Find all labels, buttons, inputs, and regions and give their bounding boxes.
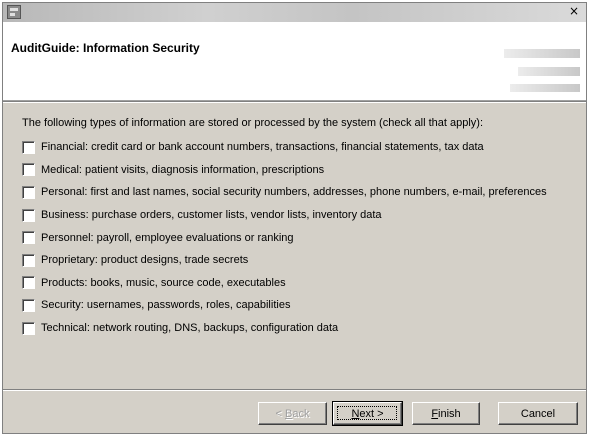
option-proprietary[interactable]: Proprietary: product designs, trade secr… [22, 249, 547, 272]
wizard-page-content: The following types of information are s… [3, 103, 586, 389]
banner-stripe [518, 67, 580, 76]
title-bar[interactable]: × [3, 3, 586, 22]
finish-button-rest: inish [438, 407, 461, 420]
information-type-list: Financial: credit card or bank account n… [22, 136, 547, 339]
finish-button-accel: F [431, 407, 439, 420]
wizard-banner: AuditGuide: Information Security [3, 22, 586, 101]
finish-button[interactable]: Finish [412, 402, 480, 425]
option-personal[interactable]: Personal: first and last names, social s… [22, 181, 547, 204]
option-financial[interactable]: Financial: credit card or bank account n… [22, 136, 547, 159]
page-title: AuditGuide: Information Security [11, 41, 200, 55]
option-medical[interactable]: Medical: patient visits, diagnosis infor… [22, 159, 547, 182]
personal-checkbox[interactable] [22, 185, 35, 199]
security-checkbox[interactable] [22, 298, 35, 312]
audit-guide-dialog: × AuditGuide: Information Security The f… [2, 2, 587, 434]
option-label: Proprietary: product designs, trade secr… [41, 254, 249, 267]
technical-checkbox[interactable] [22, 321, 35, 335]
option-security[interactable]: Security: usernames, passwords, roles, c… [22, 294, 547, 317]
option-label: Products: books, music, source code, exe… [41, 276, 286, 289]
next-button-rest: ext > [359, 407, 384, 420]
option-label: Personal: first and last names, social s… [41, 186, 547, 199]
option-label: Financial: credit card or bank account n… [41, 141, 484, 154]
personnel-checkbox[interactable] [22, 231, 35, 245]
cancel-button[interactable]: Cancel [498, 402, 578, 425]
financial-checkbox[interactable] [22, 140, 35, 154]
banner-stripe [504, 49, 580, 58]
instruction-text: The following types of information are s… [22, 117, 483, 129]
medical-checkbox[interactable] [22, 163, 35, 177]
option-label: Business: purchase orders, customer list… [41, 209, 382, 222]
option-business[interactable]: Business: purchase orders, customer list… [22, 204, 547, 227]
next-button[interactable]: Next > [332, 401, 403, 426]
business-checkbox[interactable] [22, 208, 35, 222]
banner-stripe [510, 84, 580, 92]
back-button-rest: ack [292, 407, 310, 420]
option-products[interactable]: Products: books, music, source code, exe… [22, 272, 547, 295]
option-label: Technical: network routing, DNS, backups… [41, 322, 339, 335]
footer-divider [3, 389, 586, 391]
cancel-button-label: Cancel [520, 407, 556, 420]
back-button[interactable]: < Back [258, 402, 327, 425]
back-button-prefix: < [275, 407, 285, 420]
proprietary-checkbox[interactable] [22, 253, 35, 267]
next-button-accel: N [351, 407, 360, 420]
option-label: Personnel: payroll, employee evaluations… [41, 231, 294, 244]
products-checkbox[interactable] [22, 276, 35, 290]
option-label: Medical: patient visits, diagnosis infor… [41, 163, 325, 176]
banner-graphic [466, 22, 586, 101]
app-icon [7, 5, 21, 19]
option-label: Security: usernames, passwords, roles, c… [41, 299, 291, 312]
option-personnel[interactable]: Personnel: payroll, employee evaluations… [22, 226, 547, 249]
option-technical[interactable]: Technical: network routing, DNS, backups… [22, 317, 547, 340]
back-button-accel: B [285, 407, 293, 420]
close-icon[interactable]: × [566, 5, 582, 19]
